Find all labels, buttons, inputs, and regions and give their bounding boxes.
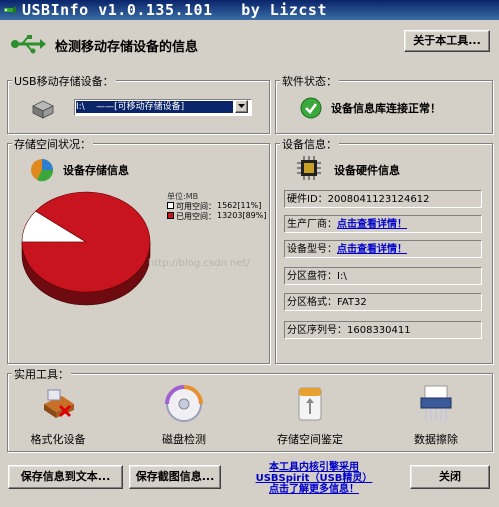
vendor-label: 生产厂商： [287, 219, 337, 230]
engine-link-line3[interactable]: 点击了解更多信息！ [250, 484, 378, 495]
model-label: 设备型号： [287, 244, 337, 255]
legend-swatch-used [167, 212, 174, 219]
disk-check-label: 磁盘检测 [162, 433, 206, 446]
storage-group-label: 存储空间状况： [12, 136, 93, 152]
model-details-link[interactable]: 点击查看详情！ [337, 244, 407, 255]
hardware-id-field: 硬件ID：2008041123124612 [284, 190, 482, 208]
select-dropdown-button[interactable] [235, 100, 248, 113]
legend-used-label: 已用空间： [176, 212, 216, 221]
format-device-tool[interactable]: 格式化设备 [18, 384, 98, 447]
space-verify-icon [298, 387, 322, 421]
format-field: 分区格式：FAT32 [284, 293, 482, 311]
data-erase-label: 数据擦除 [414, 433, 458, 446]
title-bar[interactable]: USBInfo v1.0.135.101 by Lizcst [0, 0, 499, 20]
vendor-details-link[interactable]: 点击查看详情！ [337, 219, 407, 230]
chip-icon [297, 156, 321, 180]
about-button[interactable]: 关于本工具... [404, 30, 490, 52]
engine-link-line1[interactable]: 本工具内核引擎采用 [250, 462, 378, 473]
serial-field: 分区序列号：1608330411 [284, 321, 482, 339]
drive-icon [32, 100, 54, 119]
usb-icon [11, 35, 46, 54]
space-verify-label: 存储空间鉴定 [277, 433, 343, 446]
space-verify-tool[interactable]: 存储空间鉴定 [270, 384, 350, 447]
format-icon [44, 389, 74, 418]
storage-chart-icon [31, 159, 54, 182]
usbspirit-link-block[interactable]: 本工具内核引擎采用 USBSpirit（USB精灵） 点击了解更多信息！ [250, 462, 378, 495]
model-field: 设备型号：点击查看详情！ [284, 240, 482, 258]
watermark: http://blog.csdn.net/ [148, 258, 250, 269]
usb-app-icon [4, 7, 16, 13]
status-message: 设备信息库连接正常！ [331, 102, 441, 115]
page-heading: 检测移动存储设备的信息 [55, 40, 199, 55]
pie-slice-used [21, 191, 151, 293]
disk-check-icon [165, 385, 203, 422]
check-icon [300, 97, 322, 119]
drive-letter-field: 分区盘符：I:\ [284, 267, 482, 285]
chevron-down-icon [238, 104, 245, 108]
format-device-label: 格式化设备 [30, 433, 86, 446]
status-group-label: 软件状态： [280, 73, 339, 89]
data-erase-tool[interactable]: 数据擦除 [396, 384, 476, 447]
legend-used-value: 13203[89%] [217, 211, 267, 220]
window-title: USBInfo v1.0.135.101 by Lizcst [22, 1, 327, 19]
hardware-title: 设备硬件信息 [334, 164, 400, 177]
engine-link-line2[interactable]: USBSpirit（USB精灵） [250, 473, 378, 484]
vendor-field: 生产厂商：点击查看详情！ [284, 215, 482, 233]
device-select[interactable]: I:\ ——[可移动存储设备] [74, 99, 252, 116]
close-button[interactable]: 关闭 [410, 465, 490, 489]
shredder-icon [420, 385, 452, 421]
storage-title: 设备存储信息 [63, 164, 129, 177]
tools-group-label: 实用工具： [12, 366, 71, 382]
device-group-label: USB移动存储设备： [12, 73, 116, 89]
legend-free-value: 1562[11%] [217, 201, 262, 210]
device-select-value: I:\ ——[可移动存储设备] [76, 101, 233, 113]
save-text-button[interactable]: 保存信息到文本... [8, 465, 123, 489]
disk-check-tool[interactable]: 磁盘检测 [144, 384, 224, 447]
hardware-group-label: 设备信息： [280, 136, 339, 152]
legend-swatch-free [167, 202, 174, 209]
save-screenshot-button[interactable]: 保存截图信息... [129, 465, 221, 489]
storage-pie-chart [21, 191, 151, 306]
